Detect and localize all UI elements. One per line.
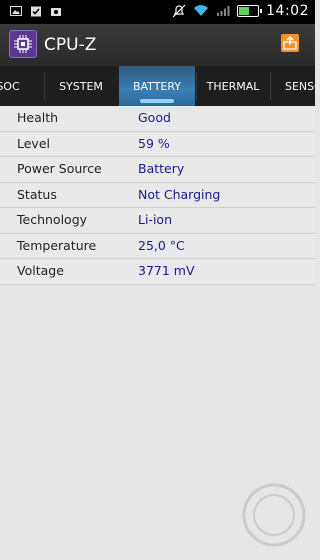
row-value: 25,0 °C [138,237,185,253]
row-value: Not Charging [138,186,221,202]
row-value: 59 % [138,135,170,151]
battery-icon [237,5,263,17]
row-label: Technology [17,212,88,227]
app-bar: CPU-Z [0,24,315,67]
battery-level-fill [239,7,250,15]
alarm-off-icon [172,4,186,18]
row-label: Status [17,186,57,202]
battery-info-list: Health Good Level 59 % Power Source Batt… [0,106,315,285]
row-label: Level [17,135,50,151]
tab-system[interactable]: SYSTEM [45,66,117,106]
wifi-icon [194,5,209,17]
row-label: Power Source [17,161,102,176]
info-row-level: Level 59 % [0,131,315,157]
signal-icon [217,6,230,16]
share-icon [283,36,297,50]
info-row-temperature: Temperature 25,0 °C [0,233,315,259]
info-row-power-source: Power Source Battery [0,157,315,183]
tab-sensors[interactable]: SENSO [271,66,315,106]
row-label: Health [17,110,59,125]
row-label: Voltage [17,263,64,278]
share-button[interactable] [281,34,299,52]
info-row-status: Status Not Charging [0,182,315,208]
row-label: Temperature [17,237,97,253]
info-row-health: Health Good [0,106,315,132]
row-value: 3771 mV [138,263,195,278]
row-value: Li-ion [138,212,172,227]
row-value: Good [138,110,171,125]
camera-icon [51,8,61,16]
cpu-chip-icon [9,30,37,58]
tab-soc[interactable]: SOC [0,66,44,106]
tab-bar: SOC SYSTEM BATTERY THERMAL SENSO [0,66,315,106]
tab-battery[interactable]: BATTERY [119,66,195,106]
info-row-voltage: Voltage 3771 mV [0,259,315,285]
clipboard-check-icon [31,6,41,17]
tab-thermal[interactable]: THERMAL [197,66,269,106]
image-icon [10,6,22,16]
watermark-logo [242,483,306,547]
app-title: CPU-Z [44,35,97,55]
status-time: 14:02 [266,3,309,19]
status-bar: 14:02 [0,0,315,24]
row-value: Battery [138,161,185,176]
info-row-technology: Technology Li-ion [0,208,315,234]
